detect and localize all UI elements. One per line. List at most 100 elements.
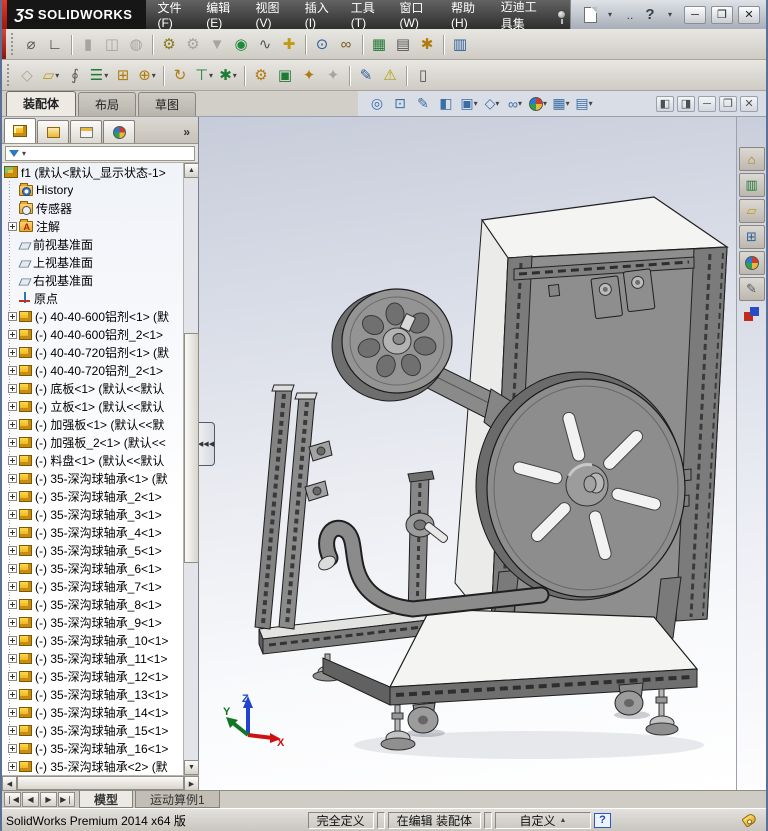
expander[interactable] [8,365,17,375]
graphics-viewport[interactable]: ◀◀◀ Z X Y [199,117,736,790]
panel-expand-chevron[interactable]: » [177,125,196,143]
spring-icon[interactable]: ∿ [253,32,277,56]
scroll-down-button[interactable]: ▼ [184,760,199,775]
tree-component[interactable]: (-) 40-40-600铝剂<1> (默 [2,307,183,325]
expander[interactable] [8,473,17,483]
expander[interactable] [8,437,17,447]
smart-fasteners-icon[interactable]: ⊞ [111,63,135,87]
restore-doc-icon[interactable]: ❐ [719,95,737,112]
exploded-view-icon[interactable]: ✦ [297,63,321,87]
status-help-button[interactable]: ? [594,812,611,828]
magnified-selection-icon[interactable]: ✎ [412,93,434,115]
expander[interactable] [8,707,17,717]
tree-component[interactable]: (-) 35-深沟球轴承_14<1> [2,703,183,721]
tree-component[interactable]: (-) 加强板<1> (默认<<默 [2,415,183,433]
prev-sheet-button[interactable]: ◀ [22,792,39,807]
rotate-component-icon[interactable]: ↻ [163,63,192,87]
tree-root-item[interactable]: f1 (默认<默认_显示状态-1> [2,163,183,181]
tree-component[interactable]: (-) 底板<1> (默认<<默认 [2,379,183,397]
tree-component[interactable]: (-) 35-深沟球轴承_6<1> [2,559,183,577]
tree-component[interactable]: (-) 35-深沟球轴承_16<1> [2,739,183,757]
new-document-button[interactable] [581,5,599,25]
tree-history[interactable]: History [2,181,183,199]
expander[interactable] [8,329,17,339]
displaymanager-tab[interactable] [103,120,135,143]
explode-sketch-icon[interactable]: ✦ [321,63,345,87]
menu-window[interactable]: 窗口(W) [389,0,441,30]
expander[interactable] [8,545,17,555]
open-part-icon[interactable]: ▱ ▾ [39,63,63,87]
expander[interactable] [8,725,17,735]
design-binder-icon[interactable]: ▥ [443,32,472,56]
expander[interactable] [8,581,17,591]
menu-view[interactable]: 视图(V) [244,0,293,30]
display-style-icon[interactable]: ◇ ▾ [481,93,503,115]
expander[interactable] [8,509,17,519]
appearances-icon[interactable] [738,251,765,275]
tree-component[interactable]: (-) 40-40-720铝剂_2<1> [2,361,183,379]
expander[interactable] [8,635,17,645]
expander[interactable] [8,383,17,393]
zoom-area-icon[interactable]: ⊡ [389,93,411,115]
configurationmanager-tab[interactable] [70,120,102,143]
design-library-icon[interactable]: ▥ [738,173,765,197]
menu-file[interactable]: 文件(F) [146,0,195,30]
solidworks-forum-icon[interactable] [743,307,760,323]
section-view-icon[interactable]: ◧ [435,93,457,115]
tree-front-plane[interactable]: 前视基准面 [2,235,183,253]
tree-component[interactable]: (-) 35-深沟球轴承_13<1> [2,685,183,703]
filter-dropdown[interactable]: ▾ [22,149,26,158]
publish-emodel-icon[interactable]: ▮ [71,32,100,56]
tree-filter[interactable]: ▾ [5,146,195,161]
location-pin-icon[interactable]: ◉ [229,32,253,56]
toolbar-grip[interactable] [5,64,12,86]
new-document-dropdown[interactable]: ▾ [601,5,619,25]
tree-vertical-scrollbar[interactable]: ▲ ▼ [183,163,199,775]
tree-component[interactable]: (-) 40-40-720铝剂<1> (默 [2,343,183,361]
scroll-left-button[interactable]: ◀ [2,776,17,791]
move-component-icon[interactable]: ⊕ ▾ [135,63,159,87]
tree-right-plane[interactable]: 右视基准面 [2,271,183,289]
instant3d-icon[interactable]: ✎ [349,63,378,87]
menu-help[interactable]: 帮助(H) [440,0,490,30]
bom-shield-icon[interactable]: ▣ [273,63,297,87]
next-sheet-button[interactable]: ▶ [40,792,57,807]
reference-geometry-icon[interactable]: ✱ ▾ [216,63,240,87]
print-icon[interactable]: ▤ [391,32,415,56]
screw-fastener-icon[interactable]: ⌀ [19,32,43,56]
isolate-icon[interactable]: ▯ [406,63,435,87]
expander[interactable] [8,599,17,609]
tree-component[interactable]: (-) 35-深沟球轴承<2> (默 [2,757,183,775]
tree-component[interactable]: (-) 35-深沟球轴承_8<1> [2,595,183,613]
expander[interactable] [8,401,17,411]
expander[interactable] [8,419,17,429]
expander[interactable] [8,617,17,627]
view-orientation-icon[interactable]: ▣ ▾ [458,93,480,115]
filter-funnel-icon[interactable]: ▼ [205,32,229,56]
gear-disabled-icon[interactable]: ⚙ [181,32,205,56]
search-icon[interactable]: ⊙ [305,32,334,56]
tree-component[interactable]: (-) 35-深沟球轴承_2<1> [2,487,183,505]
expander[interactable] [8,653,17,663]
custom-properties-icon[interactable]: ✎ [738,277,765,301]
expander[interactable] [8,761,17,771]
units-selector[interactable]: 自定义 ▲ [495,811,591,829]
large-disc[interactable] [475,371,686,601]
expander[interactable] [8,455,17,465]
web-globe-icon[interactable]: ◍ [124,32,148,56]
last-sheet-button[interactable]: ▶❘ [58,792,75,807]
pushpin-icon[interactable] [553,0,570,29]
file-explorer-icon[interactable]: ▱ [738,199,765,223]
tab-model[interactable]: 模型 [79,791,134,808]
options-gear-icon[interactable]: ⚙ [152,32,181,56]
expander[interactable] [8,221,17,231]
first-sheet-button[interactable]: ❘◀ [4,792,21,807]
tree-component[interactable]: (-) 35-深沟球轴承<1> (默 [2,469,183,487]
zoom-fit-icon[interactable]: ◎ [366,93,388,115]
apply-scene-icon[interactable]: ▦ ▾ [550,93,572,115]
tree-component[interactable]: (-) 料盘<1> (默认<<默认 [2,451,183,469]
tree-component[interactable]: (-) 35-深沟球轴承_15<1> [2,721,183,739]
binoculars-icon[interactable]: ∞ [334,32,358,56]
tree-component[interactable]: (-) 40-40-600铝剂_2<1> [2,325,183,343]
corner-angle-icon[interactable]: ∟ [43,32,67,56]
